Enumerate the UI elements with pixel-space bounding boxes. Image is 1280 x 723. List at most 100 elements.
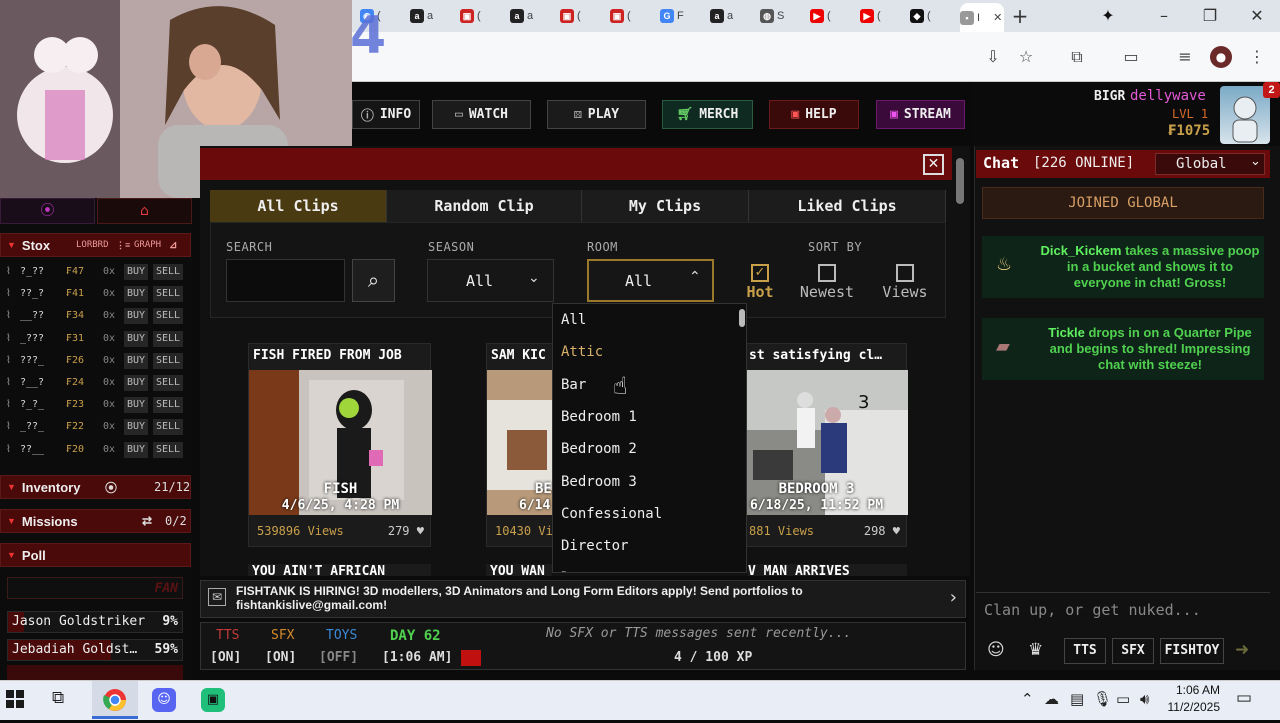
extensions-icon[interactable]: ⧉ (1066, 46, 1088, 68)
chat-fishtoy-button[interactable]: FISHTOY (1160, 638, 1224, 664)
nav-help-button[interactable]: ▣ HELP (769, 100, 859, 129)
windows-start-icon[interactable] (4, 688, 26, 710)
sell-button[interactable]: SELL (153, 286, 184, 303)
room-select[interactable]: All ⌃ (587, 259, 714, 302)
stox-row[interactable]: ⌇ ?_?_ ₣23 0x BUY SELL (0, 394, 191, 416)
tab-liked-clips[interactable]: Liked Clips (749, 190, 946, 222)
browser-tab[interactable]: ▣( (460, 5, 504, 27)
chat-sfx-button[interactable]: SFX (1112, 638, 1154, 664)
sort-views-option[interactable]: Views (878, 262, 932, 302)
chat-channel-select[interactable]: Global ⌄ (1155, 153, 1265, 175)
sort-newest-option[interactable]: Newest (797, 262, 857, 302)
stox-row[interactable]: ⌇ ?__? ₣24 0x BUY SELL (0, 372, 191, 394)
sell-button[interactable]: SELL (153, 264, 184, 280)
stox-row[interactable]: ⌇ _??? ₣31 0x BUY SELL (0, 328, 191, 350)
discord-taskbar-icon[interactable]: ☺ (152, 688, 176, 712)
close-panel-icon[interactable]: ✕ (923, 154, 944, 175)
chat-input[interactable]: Clan up, or get nuked... (976, 592, 1270, 630)
browser-tab[interactable]: ◍ S (760, 5, 804, 27)
close-tab-icon[interactable]: ✕ (993, 11, 1002, 24)
buy-button[interactable]: BUY (124, 330, 149, 347)
heart-icon[interactable]: ♥ (893, 524, 900, 538)
close-window-icon[interactable]: ✕ (1237, 4, 1277, 28)
sell-button[interactable]: SELL (153, 419, 184, 436)
season-select[interactable]: All ⌄ (427, 259, 554, 302)
sell-button[interactable]: SELL (153, 441, 184, 458)
room-option[interactable]: All (561, 312, 586, 328)
sell-button[interactable]: SELL (153, 397, 184, 414)
inventory-header[interactable]: ▼ Inventory ⦿ 21/12 (0, 475, 191, 499)
clock-date[interactable]: 11/2/2025 (1158, 700, 1221, 714)
restore-icon[interactable]: ❐ (1190, 4, 1230, 28)
profile-avatar-icon[interactable]: ● (1210, 46, 1232, 68)
browser-tab[interactable]: ▶( (810, 5, 854, 27)
gemini-icon[interactable]: ✦ (1096, 4, 1120, 28)
sell-button[interactable]: SELL (153, 330, 184, 347)
task-view-icon[interactable]: ⧉ (52, 688, 64, 708)
bookmark-star-icon[interactable]: ☆ (1015, 46, 1037, 68)
room-option[interactable]: Bar (561, 377, 586, 393)
room-option[interactable]: Director (561, 538, 628, 554)
clip-card-title[interactable]: V MAN ARRIVES (748, 564, 907, 576)
chrome-taskbar-icon[interactable] (92, 681, 138, 719)
nav-info-button[interactable]: ⓘ INFO (352, 100, 420, 129)
tab-my-clips[interactable]: My Clips (582, 190, 749, 222)
streamlabs-taskbar-icon[interactable]: ▣ (201, 688, 225, 712)
room-option[interactable]: Attic (561, 344, 603, 360)
heart-icon[interactable]: ♥ (417, 524, 424, 538)
clock-time[interactable]: 1:06 AM (1168, 683, 1220, 697)
room-option[interactable]: Bedroom 1 (561, 409, 637, 425)
browser-tab[interactable]: ▣( (560, 5, 604, 27)
sell-button[interactable]: SELL (153, 352, 184, 369)
poll-option[interactable]: Jason Goldstriker 9% (7, 611, 183, 633)
stox-row[interactable]: ⌇ __?? ₣34 0x BUY SELL (0, 305, 191, 327)
stox-row[interactable]: ⌇ ??_? ₣41 0x BUY SELL (0, 283, 191, 305)
sell-button[interactable]: SELL (153, 308, 184, 325)
toys-toggle[interactable]: [OFF] (319, 650, 358, 665)
browser-tab[interactable]: ◆( (910, 5, 954, 27)
browser-tab[interactable]: aa (510, 5, 554, 27)
chevron-up-icon[interactable]: ⌃ (1021, 690, 1034, 708)
buy-button[interactable]: BUY (124, 397, 149, 414)
stox-row[interactable]: ⌇ ??__ ₣20 0x BUY SELL (0, 439, 191, 461)
device-icon[interactable]: ▤ (1070, 690, 1084, 708)
poll-option-bar[interactable] (7, 665, 183, 680)
browser-tab[interactable]: aa (710, 5, 754, 27)
media-control-icon[interactable]: ≡ (1174, 46, 1196, 68)
notification-badge[interactable]: 2 (1263, 82, 1280, 98)
nav-stream-button[interactable]: ▣ STREAM (876, 100, 965, 129)
browser-tab[interactable]: ▶( (860, 5, 904, 27)
microphone-icon[interactable]: 🎙︎ (1093, 690, 1112, 708)
leaderboard-link[interactable]: LORBRD (76, 240, 109, 250)
room-option[interactable]: Dorm (561, 570, 595, 572)
browser-tab[interactable]: GF (660, 5, 704, 27)
tab-random-clip[interactable]: Random Clip (387, 190, 582, 222)
sort-hot-option[interactable]: ✓ Hot (746, 262, 774, 302)
poll-option[interactable]: Jebadiah Goldst… 59% (7, 639, 183, 661)
send-arrow-icon[interactable]: ➜ (1235, 640, 1249, 660)
hiring-banner[interactable]: ✉ FISHTANK IS HIRING! 3D modellers, 3D A… (200, 580, 966, 618)
browser-tab[interactable]: aa (410, 5, 454, 27)
reading-mode-icon[interactable]: ▭ (1120, 46, 1142, 68)
sidebar-game-icon[interactable]: ⦿ (0, 198, 95, 224)
minimize-icon[interactable]: – (1144, 4, 1184, 28)
nav-merch-button[interactable]: 🛒︎ MERCH (662, 100, 753, 129)
menu-kebab-icon[interactable]: ⋮ (1246, 46, 1268, 68)
search-icon[interactable]: ⌕ (352, 259, 395, 302)
new-tab-icon[interactable]: + (1008, 4, 1032, 28)
stox-row[interactable]: ⌇ _??_ ₣22 0x BUY SELL (0, 416, 191, 438)
tab-all-clips[interactable]: All Clips (210, 190, 387, 222)
sfx-toggle[interactable]: [ON] (265, 650, 296, 665)
poll-header[interactable]: ▼ Poll (0, 543, 191, 567)
graph-link[interactable]: GRAPH (134, 240, 161, 250)
emoji-icon[interactable]: ☺ (987, 640, 1005, 660)
user-name[interactable]: dellywave (1130, 88, 1206, 104)
buy-button[interactable]: BUY (124, 441, 149, 458)
panel-scrollbar[interactable] (956, 158, 964, 204)
chat-tts-button[interactable]: TTS (1064, 638, 1106, 664)
missions-header[interactable]: ▼ Missions ⇄ 0/2 (0, 509, 191, 533)
buy-button[interactable]: BUY (124, 308, 149, 325)
browser-tab[interactable]: ▪ I ✕ (960, 3, 1004, 32)
clip-card-title[interactable]: YOU WAN (486, 564, 552, 576)
clip-card[interactable]: FISH FIRED FROM JOB FISH 4/6/25, 4:28 PM… (248, 343, 432, 547)
